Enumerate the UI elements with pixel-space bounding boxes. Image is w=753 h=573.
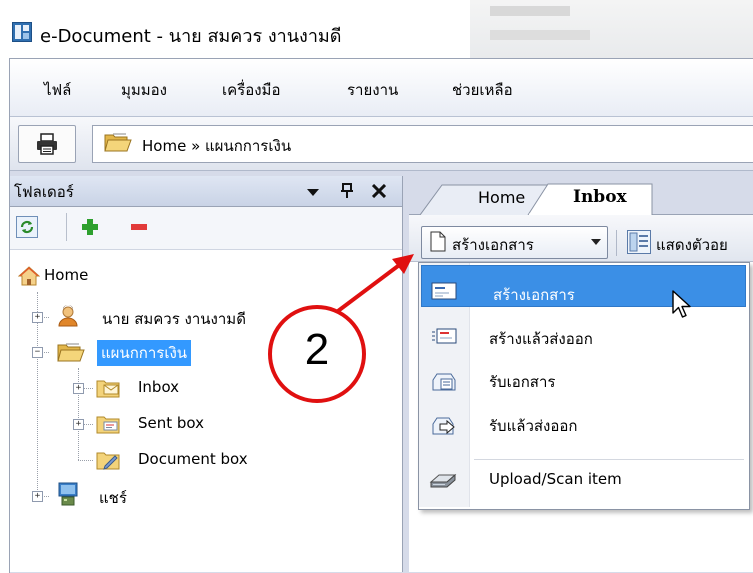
- preview-icon[interactable]: [627, 230, 651, 254]
- menu-reports[interactable]: รายงาน: [347, 78, 398, 102]
- menu-tools[interactable]: เครื่องมือ: [222, 78, 280, 102]
- tree-item-dept[interactable]: แผนกการเงิน: [97, 340, 192, 366]
- menu-view[interactable]: มุมมอง: [121, 78, 167, 102]
- tree-item-share[interactable]: แชร์: [99, 486, 127, 510]
- tree-item-home[interactable]: Home: [44, 266, 88, 284]
- inbox-folder-icon: [96, 378, 120, 398]
- menu-item-create-document[interactable]: สร้างเอกสาร: [493, 283, 575, 307]
- receive-document-icon: [431, 370, 457, 392]
- new-document-icon: [431, 282, 457, 300]
- pin-icon[interactable]: [340, 183, 354, 199]
- scanner-icon: [429, 472, 457, 490]
- tab-shapes: [420, 183, 670, 215]
- mouse-cursor-icon: [672, 290, 694, 320]
- pane-splitter[interactable]: [402, 176, 409, 572]
- tree-item-document[interactable]: Document box: [138, 450, 248, 468]
- background-window-row: [490, 30, 590, 40]
- expand-toggle[interactable]: +: [32, 312, 43, 323]
- tree-item-inbox[interactable]: Inbox: [138, 378, 179, 396]
- sent-folder-icon: [96, 414, 120, 434]
- pane-dropdown-icon[interactable]: [307, 189, 319, 197]
- step-number: 2: [304, 325, 330, 374]
- toolbar-divider: [616, 230, 617, 256]
- folder-open-icon: [104, 131, 132, 153]
- create-document-label: สร้างเอกสาร: [452, 236, 534, 254]
- background-window-row: [490, 6, 570, 16]
- menu-item-receive-forward[interactable]: รับแล้วส่งออก: [489, 414, 577, 438]
- tree-item-sent[interactable]: Sent box: [138, 414, 204, 432]
- tree-item-user[interactable]: นาย สมควร งานงามดี: [102, 307, 292, 331]
- expand-toggle[interactable]: +: [32, 491, 43, 502]
- user-icon: [57, 305, 79, 327]
- breadcrumb: Home » แผนกการเงิน: [142, 137, 292, 155]
- window-title: e-Document - นาย สมควร งานงามดี: [40, 26, 342, 47]
- remove-icon[interactable]: [131, 224, 147, 230]
- menu-separator: [474, 459, 744, 460]
- document-folder-icon: [96, 450, 120, 470]
- folder-open-icon: [57, 341, 85, 363]
- share-icon: [57, 482, 79, 506]
- receive-forward-icon: [431, 414, 457, 436]
- collapse-toggle[interactable]: −: [32, 347, 43, 358]
- expand-toggle[interactable]: +: [73, 419, 84, 430]
- tab-home[interactable]: Home: [478, 188, 525, 207]
- refresh-icon[interactable]: [16, 216, 38, 238]
- folder-pane-title: โฟลเดอร์: [14, 183, 74, 201]
- menu-item-create-send[interactable]: สร้างแล้วส่งออก: [489, 327, 593, 351]
- toolbar-divider: [66, 213, 67, 241]
- printer-icon: [36, 133, 58, 155]
- print-button[interactable]: [18, 125, 76, 163]
- menu-item-highlight: [421, 265, 746, 307]
- preview-button-label[interactable]: แสดงตัวอย: [656, 233, 753, 257]
- menu-item-upload-scan[interactable]: Upload/Scan item: [489, 470, 622, 488]
- chevron-down-icon: [591, 239, 601, 245]
- menu-help[interactable]: ช่วยเหลือ: [452, 78, 513, 102]
- tree-line: [78, 368, 79, 460]
- menu-item-receive[interactable]: รับเอกสาร: [489, 370, 555, 394]
- create-send-icon: [431, 327, 457, 345]
- home-icon: [18, 266, 40, 286]
- add-icon[interactable]: [81, 218, 99, 236]
- app-icon: [12, 22, 32, 42]
- expand-toggle[interactable]: +: [73, 383, 84, 394]
- new-document-icon: [430, 231, 446, 252]
- menu-file[interactable]: ไฟล์: [44, 78, 71, 102]
- close-pane-icon[interactable]: [372, 184, 386, 198]
- tab-inbox[interactable]: Inbox: [573, 187, 627, 207]
- tree-line: [78, 460, 93, 461]
